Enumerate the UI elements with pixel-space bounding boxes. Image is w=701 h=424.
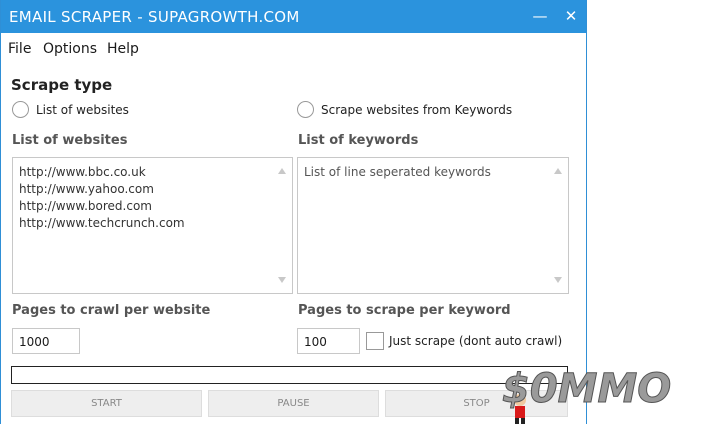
- radio-scrape-from-keywords-label[interactable]: Scrape websites from Keywords: [321, 103, 512, 117]
- website-line: http://www.yahoo.com: [19, 182, 154, 196]
- scroll-down-icon[interactable]: [554, 277, 562, 283]
- keywords-placeholder: List of line seperated keywords: [304, 165, 491, 179]
- progress-bar: [11, 366, 568, 384]
- pause-button[interactable]: PAUSE: [208, 390, 379, 417]
- just-scrape-label[interactable]: Just scrape (dont auto crawl): [389, 334, 562, 348]
- scrape-type-heading: Scrape type: [11, 76, 113, 94]
- pages-per-keyword-label: Pages to scrape per keyword: [298, 303, 511, 318]
- menu-file[interactable]: File: [8, 41, 31, 57]
- pages-per-website-input[interactable]: 1000: [12, 328, 80, 354]
- pages-per-website-label: Pages to crawl per website: [12, 303, 211, 318]
- website-line: http://www.bored.com: [19, 199, 152, 213]
- radio-list-of-websites-label[interactable]: List of websites: [36, 103, 129, 117]
- scroll-up-icon[interactable]: [554, 168, 562, 174]
- watermark-text: $0MMO: [502, 366, 671, 412]
- keywords-label: List of keywords: [298, 133, 419, 148]
- just-scrape-checkbox[interactable]: [366, 332, 384, 350]
- website-line: http://www.bbc.co.uk: [19, 165, 146, 179]
- menu-bar: File Options Help: [1, 36, 586, 62]
- website-line: http://www.techcrunch.com: [19, 216, 185, 230]
- websites-lines: http://www.bbc.co.uk http://www.yahoo.co…: [19, 164, 185, 232]
- websites-label: List of websites: [12, 133, 128, 148]
- keywords-textarea[interactable]: List of line seperated keywords: [297, 157, 569, 294]
- radio-list-of-websites[interactable]: [12, 101, 29, 118]
- radio-scrape-from-keywords[interactable]: [297, 101, 314, 118]
- title-bar[interactable]: EMAIL SCRAPER - SUPAGROWTH.COM — ✕: [1, 0, 586, 33]
- scroll-down-icon[interactable]: [278, 277, 286, 283]
- menu-options[interactable]: Options: [43, 41, 97, 57]
- websites-textarea[interactable]: http://www.bbc.co.uk http://www.yahoo.co…: [12, 157, 293, 294]
- start-button[interactable]: START: [11, 390, 202, 417]
- window-title: EMAIL SCRAPER - SUPAGROWTH.COM: [9, 8, 300, 26]
- minimize-button[interactable]: —: [528, 4, 552, 28]
- menu-help[interactable]: Help: [107, 41, 139, 57]
- pages-per-keyword-input[interactable]: 100: [297, 328, 360, 354]
- close-button[interactable]: ✕: [559, 4, 583, 28]
- scroll-up-icon[interactable]: [278, 168, 286, 174]
- watermark-logo: $0MMO: [502, 366, 672, 424]
